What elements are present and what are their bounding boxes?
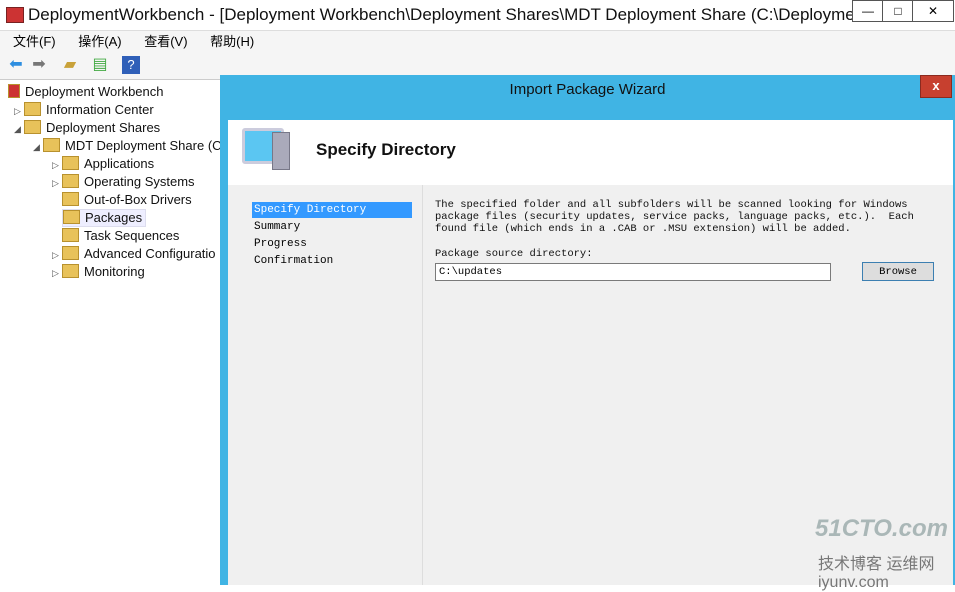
- minimize-button[interactable]: —: [852, 0, 884, 22]
- source-directory-input[interactable]: [435, 263, 831, 281]
- menu-view[interactable]: 查看(V): [144, 34, 187, 49]
- step-summary[interactable]: Summary: [252, 219, 412, 235]
- folder-icon: [24, 120, 41, 134]
- export-icon[interactable]: ▤: [91, 56, 109, 74]
- expand-icon[interactable]: ▷: [52, 264, 62, 282]
- tree-view: Deployment Workbench ▷ Information Center…: [0, 82, 222, 585]
- folder-icon: [43, 138, 60, 152]
- menu-action[interactable]: 操作(A): [78, 34, 121, 49]
- expand-icon[interactable]: ▷: [52, 174, 62, 192]
- tree-item-monitoring[interactable]: ▷ Monitoring: [52, 263, 145, 281]
- collapse-icon[interactable]: ◢: [14, 120, 24, 138]
- step-confirmation[interactable]: Confirmation: [252, 253, 412, 269]
- dialog-close-button[interactable]: x: [920, 75, 952, 98]
- step-specify-directory[interactable]: Specify Directory: [252, 202, 412, 218]
- close-button[interactable]: ✕: [912, 0, 954, 22]
- workbench-icon: [8, 84, 20, 98]
- folder-icon: [62, 264, 79, 278]
- folder-icon: [62, 246, 79, 260]
- up-folder-icon[interactable]: ▰: [61, 56, 79, 74]
- tree-item-advanced-configuration[interactable]: ▷ Advanced Configuratio: [52, 245, 216, 263]
- menu-help[interactable]: 帮助(H): [210, 34, 254, 49]
- folder-icon: [62, 156, 79, 170]
- watermark-sub: 技术博客 运维网 iyunv.com: [818, 556, 935, 591]
- expand-icon[interactable]: ▷: [52, 246, 62, 264]
- menu-file[interactable]: 文件(F): [13, 34, 56, 49]
- expand-icon[interactable]: ▷: [14, 102, 24, 120]
- browse-button[interactable]: Browse: [862, 262, 934, 281]
- folder-icon: [62, 192, 79, 206]
- dialog-title: Import Package Wizard: [509, 81, 666, 98]
- tree-item-operating-systems[interactable]: ▷ Operating Systems: [52, 173, 195, 191]
- tree-item-deployment-shares[interactable]: ◢ Deployment Shares: [14, 119, 160, 137]
- collapse-icon[interactable]: ◢: [33, 138, 43, 156]
- tree-item-packages[interactable]: Packages: [62, 209, 147, 227]
- tree-item-drivers[interactable]: Out-of-Box Drivers: [62, 191, 192, 209]
- app-icon: [6, 7, 24, 23]
- folder-icon: [63, 210, 80, 224]
- folder-icon: [24, 102, 41, 116]
- wizard-step-title: Specify Directory: [316, 140, 456, 159]
- description-text: The specified folder and all subfolders …: [435, 199, 914, 235]
- help-icon[interactable]: ?: [122, 56, 140, 74]
- back-icon[interactable]: ⬅: [7, 56, 25, 74]
- title-bar: DeploymentWorkbench - [Deployment Workbe…: [0, 0, 955, 31]
- step-progress[interactable]: Progress: [252, 236, 412, 252]
- folder-icon: [62, 174, 79, 188]
- watermark: 51CTO.com: [815, 515, 948, 542]
- expand-icon[interactable]: ▷: [52, 156, 62, 174]
- menu-bar: 文件(F) 操作(A) 查看(V) 帮助(H): [0, 31, 955, 52]
- computer-tower-icon: [272, 132, 290, 170]
- window-title: DeploymentWorkbench - [Deployment Workbe…: [28, 5, 895, 24]
- import-package-wizard: Import Package Wizard x Specify Director…: [220, 75, 955, 585]
- maximize-button[interactable]: □: [882, 0, 914, 22]
- forward-icon[interactable]: ➡: [30, 56, 48, 74]
- tree-item-information-center[interactable]: ▷ Information Center: [14, 101, 154, 119]
- tree-item-deployment-workbench[interactable]: Deployment Workbench: [8, 83, 164, 101]
- tree-item-task-sequences[interactable]: Task Sequences: [62, 227, 179, 245]
- folder-icon: [62, 228, 79, 242]
- wizard-steps: Specify Directory Summary Progress Confi…: [228, 185, 420, 585]
- tree-item-mdt-share[interactable]: ◢ MDT Deployment Share (C: [33, 137, 222, 155]
- tree-item-applications[interactable]: ▷ Applications: [52, 155, 154, 173]
- source-directory-label: Package source directory:: [435, 248, 593, 260]
- wizard-header: Specify Directory: [228, 120, 953, 185]
